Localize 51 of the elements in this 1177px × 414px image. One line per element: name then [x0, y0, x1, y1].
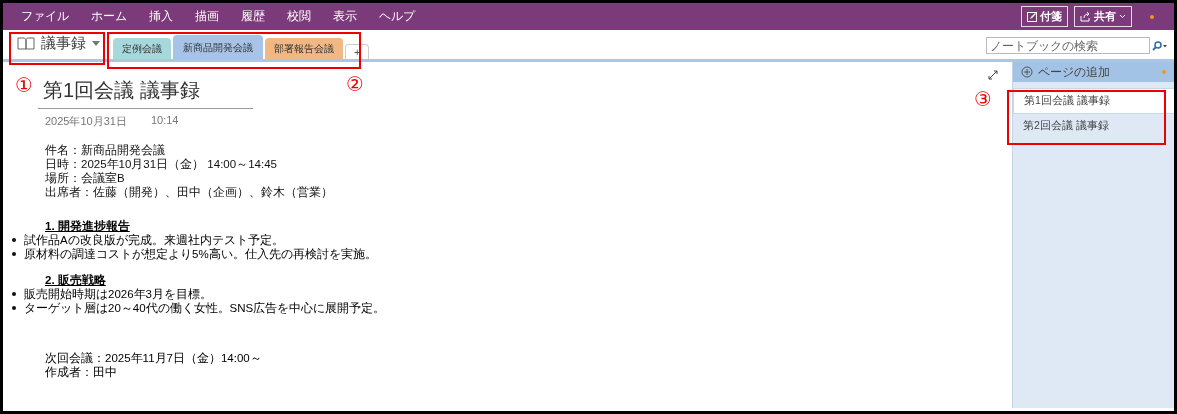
- footer-line: 次回会議：2025年11月7日（金）14:00～: [45, 351, 262, 365]
- info-line: 出席者：佐藤（開発）、田中（企画）、鈴木（営業）: [45, 185, 333, 199]
- bullet-text: 試作品Aの改良版が完成。来週社内テスト予定。: [24, 233, 284, 247]
- status-dot: [1150, 14, 1154, 19]
- bullet-text: 販売開始時期は2026年3月を目標。: [24, 287, 212, 301]
- section-tab[interactable]: 新商品開発会議: [173, 35, 263, 59]
- section-tab[interactable]: 定例会議: [113, 38, 171, 59]
- share-icon: [1080, 11, 1091, 22]
- bullet-icon: [12, 292, 16, 296]
- notebook-icon: [17, 37, 35, 50]
- menu-item[interactable]: ファイル: [21, 8, 69, 25]
- section-heading: 1. 開発進捗報告: [45, 219, 130, 233]
- info-line: 場所：会議室B: [45, 171, 125, 185]
- menu-item[interactable]: 表示: [333, 8, 357, 25]
- callout-number: ③: [974, 89, 992, 109]
- info-line: 件名：新商品開発会議: [45, 143, 165, 157]
- bullet-icon: [12, 238, 16, 242]
- bullet-icon: [12, 252, 16, 256]
- sticky-note-button[interactable]: 付箋: [1021, 6, 1068, 27]
- status-dot: [1162, 70, 1166, 74]
- section-heading: 2. 販売戦略: [45, 273, 106, 287]
- note-icon: [1027, 11, 1037, 22]
- search-field[interactable]: ノートブックの検索: [986, 37, 1150, 54]
- page-time: 10:14: [150, 114, 179, 128]
- expand-icon[interactable]: [988, 70, 998, 80]
- bullet-text: 原材料の調達コストが想定より5%高い。仕入先の再検討を実施。: [24, 247, 377, 261]
- menu-item[interactable]: 履歴: [241, 8, 265, 25]
- menu-item[interactable]: ホーム: [91, 8, 127, 25]
- page-title: 第1回会議 議事録: [43, 78, 200, 103]
- bullet-text: ターゲット層は20～40代の働く女性。SNS広告を中心に展開予定。: [24, 301, 386, 315]
- bullet-icon: [12, 306, 16, 310]
- footer-line: 作成者：田中: [45, 365, 117, 379]
- page-list-item[interactable]: 第2回会議 議事録: [1013, 114, 1174, 138]
- callout-number: ②: [346, 74, 364, 94]
- add-page-label: ページの追加: [1038, 63, 1110, 81]
- menu-item[interactable]: 校閲: [287, 8, 311, 25]
- share-button[interactable]: 共有: [1074, 6, 1132, 27]
- caret-icon[interactable]: [92, 41, 100, 46]
- caret-icon: [1119, 14, 1126, 19]
- search-icon[interactable]: [1152, 40, 1168, 51]
- plus-circle-icon: [1021, 66, 1033, 78]
- callout-number: ①: [15, 75, 33, 95]
- section-tab[interactable]: 部署報告会議: [265, 38, 343, 59]
- menu-item[interactable]: 挿入: [149, 8, 173, 25]
- notebook-name[interactable]: 議事録: [41, 34, 86, 53]
- add-page-button[interactable]: ページの追加: [1013, 62, 1174, 82]
- page-date: 2025年10月31日: [45, 114, 127, 129]
- info-line: 日時：2025年10月31日（金） 14:00～14:45: [45, 157, 277, 171]
- menu-item[interactable]: ヘルプ: [379, 8, 415, 25]
- menu-item[interactable]: 描画: [195, 8, 219, 25]
- page-list-item[interactable]: 第1回会議 議事録: [1013, 88, 1174, 114]
